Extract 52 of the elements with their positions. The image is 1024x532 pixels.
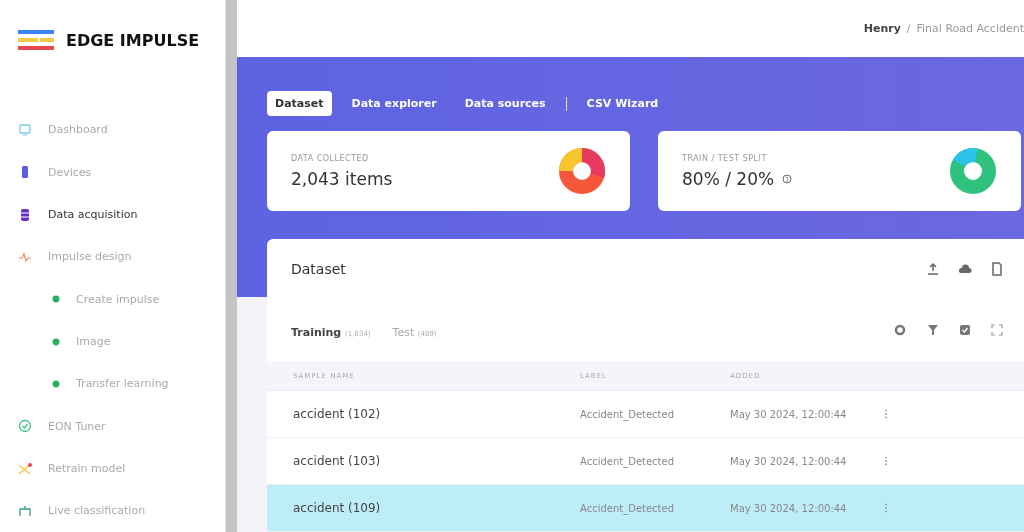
donut-chart-icon bbox=[558, 147, 606, 195]
tab[interactable]: Data sources bbox=[456, 91, 554, 116]
monitor-icon bbox=[18, 122, 32, 137]
table-cell-text: accident (102) bbox=[293, 407, 382, 421]
stat-value: 2,043 items bbox=[291, 168, 393, 189]
table-cell-text: Accident_Detected bbox=[580, 502, 676, 514]
stat-label: DATA COLLECTED bbox=[291, 153, 370, 163]
dot-icon bbox=[52, 379, 60, 388]
database-icon bbox=[18, 207, 32, 222]
sidebar-item[interactable]: Image bbox=[0, 320, 225, 363]
check-circle-icon bbox=[18, 419, 32, 434]
brand-name: EDGE IMPULSE bbox=[66, 30, 200, 52]
breadcrumb-user[interactable]: Henry bbox=[863, 22, 901, 35]
scrollbar[interactable] bbox=[225, 0, 237, 532]
tab[interactable]: Dataset bbox=[267, 91, 332, 116]
filter-icon bbox=[926, 323, 940, 337]
help-icon[interactable] bbox=[782, 173, 793, 184]
sidebar-item[interactable]: Data acquisition bbox=[0, 193, 225, 236]
sidebar-item[interactable]: Create impulse bbox=[0, 278, 225, 321]
sidebar-item[interactable]: Dashboard bbox=[0, 108, 225, 152]
network-icon bbox=[18, 503, 32, 518]
expand-icon bbox=[990, 323, 1004, 337]
file-icon bbox=[990, 262, 1004, 276]
table-cell-text: accident (103) bbox=[293, 454, 382, 468]
stat-label: TRAIN / TEST SPLIT bbox=[682, 153, 768, 163]
breadcrumb-separator: / bbox=[906, 22, 911, 35]
logo-icon bbox=[18, 30, 54, 50]
shuffle-icon bbox=[18, 461, 32, 476]
donut-chart-icon bbox=[949, 147, 997, 195]
dot-icon bbox=[52, 295, 60, 304]
tab[interactable]: Data explorer bbox=[343, 91, 445, 116]
upload-icon bbox=[926, 262, 940, 276]
table-cell-text: accident (109) bbox=[293, 501, 382, 515]
cloud-icon bbox=[958, 262, 972, 276]
table-cell-text: May 30 2024, 12:00:44 bbox=[730, 502, 848, 514]
table-cell-text: Accident_Detected bbox=[580, 455, 676, 467]
breadcrumb-project[interactable]: Final Road Accident bbox=[916, 22, 1024, 35]
sidebar-item[interactable]: EON Tuner bbox=[0, 405, 225, 448]
sidebar-item[interactable]: Retrain model bbox=[0, 447, 225, 490]
sidebar-item[interactable]: Transfer learning bbox=[0, 362, 225, 406]
sidebar-item[interactable]: Devices bbox=[0, 151, 225, 194]
checkbox-icon bbox=[958, 323, 972, 337]
sidebar-item[interactable]: Impulse design bbox=[0, 235, 225, 279]
table-cell-text: May 30 2024, 12:00:44 bbox=[730, 408, 848, 420]
table-row[interactable]: accident (109) Accident_Detected May 30 2024, 12:00:44 bbox=[267, 485, 1024, 532]
sidebar-item[interactable]: Live classification bbox=[0, 489, 225, 532]
stat-value: 80% / 20% bbox=[682, 168, 775, 189]
table-cell-text: May 30 2024, 12:00:44 bbox=[730, 455, 848, 467]
tab[interactable]: CSV Wizard bbox=[578, 91, 667, 116]
panel-title: Dataset bbox=[291, 261, 346, 277]
table-cell-text: Accident_Detected bbox=[580, 408, 676, 420]
dot-icon bbox=[52, 337, 60, 346]
